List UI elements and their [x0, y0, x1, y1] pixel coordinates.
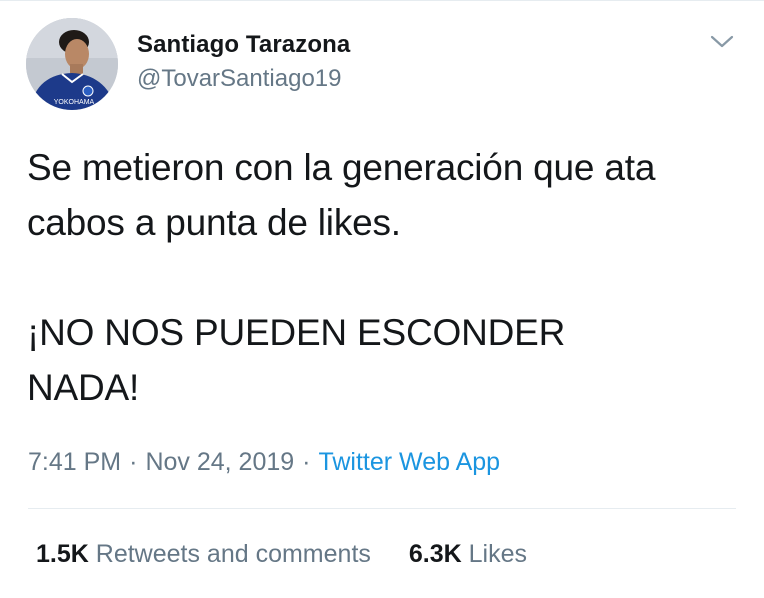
user-handle[interactable]: @TovarSantiago19	[137, 64, 350, 94]
avatar-photo: YOKOHAMA	[26, 18, 118, 110]
meta-separator: ·	[302, 448, 311, 476]
likes-label: Likes	[468, 540, 528, 568]
likes-count: 6.3K	[408, 540, 462, 568]
retweets-stat[interactable]: 1.5K Retweets and comments	[36, 538, 371, 570]
tweet-menu-button[interactable]	[708, 30, 736, 52]
display-name[interactable]: Santiago Tarazona	[137, 30, 350, 60]
tweet-text-line: NADA!	[27, 367, 140, 408]
avatar-jersey-text: YOKOHAMA	[54, 99, 95, 106]
retweets-count: 1.5K	[36, 540, 89, 568]
avatar[interactable]: YOKOHAMA	[26, 18, 118, 110]
tweet-time[interactable]: 7:41 PM	[28, 448, 121, 476]
divider	[28, 508, 736, 509]
tweet-text-line: Se metieron con la generación que ata	[27, 147, 656, 188]
tweet-text-line: cabos a punta de likes.	[27, 202, 401, 243]
tweet-date[interactable]: Nov 24, 2019	[145, 448, 294, 476]
meta-separator: ·	[129, 448, 138, 476]
likes-stat[interactable]: 6.3K Likes	[409, 538, 527, 570]
tweet-stats: 1.5K Retweets and comments 6.3K Likes	[36, 538, 527, 570]
chevron-down-icon	[710, 35, 734, 48]
author-block: Santiago Tarazona @TovarSantiago19	[137, 30, 350, 94]
top-border	[0, 0, 764, 1]
retweets-label: Retweets and comments	[95, 540, 371, 568]
tweet-text: Se metieron con la generación que ata ca…	[27, 140, 747, 415]
tweet-meta: 7:41 PM · Nov 24, 2019 · Twitter Web App	[28, 446, 500, 478]
tweet-source-link[interactable]: Twitter Web App	[318, 448, 500, 476]
tweet-text-line: ¡NO NOS PUEDEN ESCONDER	[27, 312, 566, 353]
